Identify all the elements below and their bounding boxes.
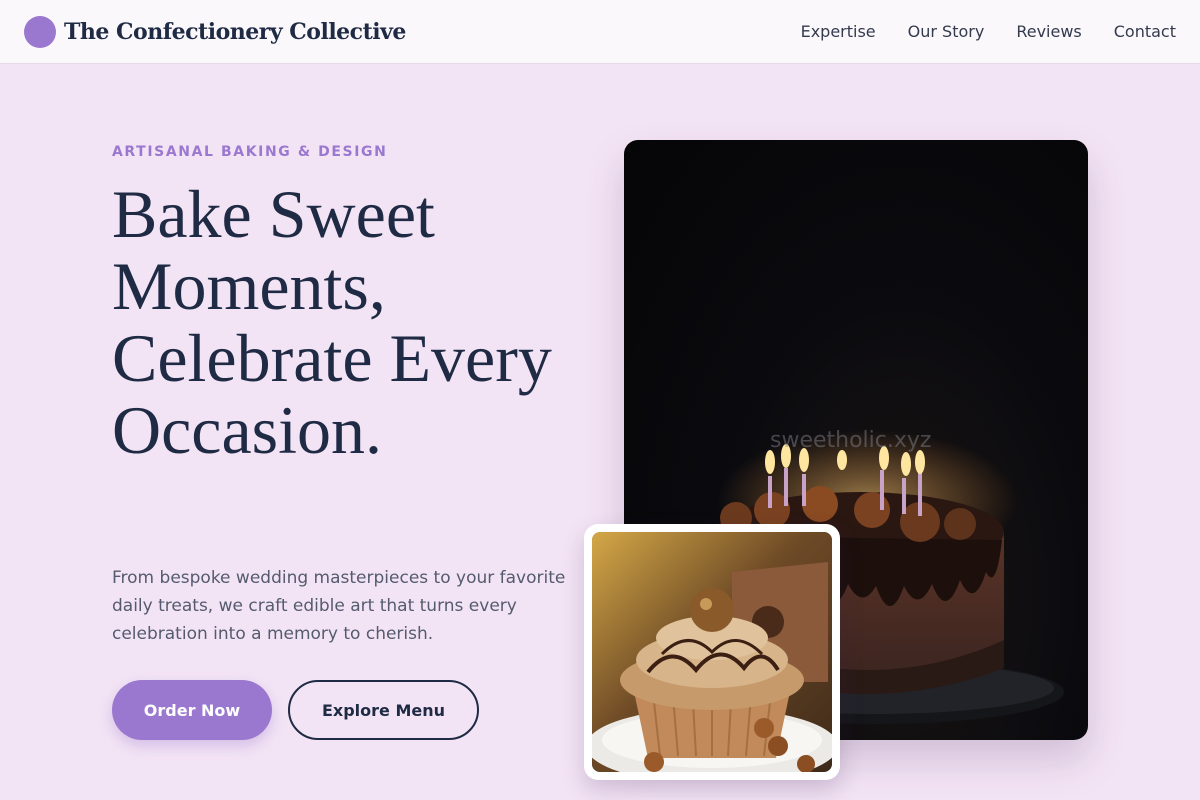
hero-description: From bespoke wedding masterpieces to you… xyxy=(112,568,566,644)
nav-link-expertise[interactable]: Expertise xyxy=(801,22,876,41)
cupcake-photo-frame xyxy=(584,524,840,780)
hazelnut-cupcake-illustration xyxy=(592,532,832,772)
brand-name: The Confectionery Collective xyxy=(64,18,406,45)
order-now-button[interactable]: Order Now xyxy=(112,680,272,740)
brand[interactable]: The Confectionery Collective xyxy=(24,15,406,48)
hero-eyebrow: ARTISANAL BAKING & DESIGN xyxy=(112,144,388,160)
hero-headline: Bake Sweet Moments, Celebrate Every Occa… xyxy=(112,176,552,468)
brand-logo-icon xyxy=(24,15,56,48)
nav-link-contact[interactable]: Contact xyxy=(1114,22,1176,41)
site-header: The Confectionery Collective Expertise O… xyxy=(0,0,1200,64)
nav-link-our-story[interactable]: Our Story xyxy=(908,22,985,41)
nav-link-reviews[interactable]: Reviews xyxy=(1016,22,1081,41)
main-nav: Expertise Our Story Reviews Contact xyxy=(801,22,1176,41)
cupcake-photo xyxy=(592,532,832,772)
watermark-text: sweetholic.xyz xyxy=(770,428,932,453)
explore-menu-button[interactable]: Explore Menu xyxy=(288,680,479,740)
